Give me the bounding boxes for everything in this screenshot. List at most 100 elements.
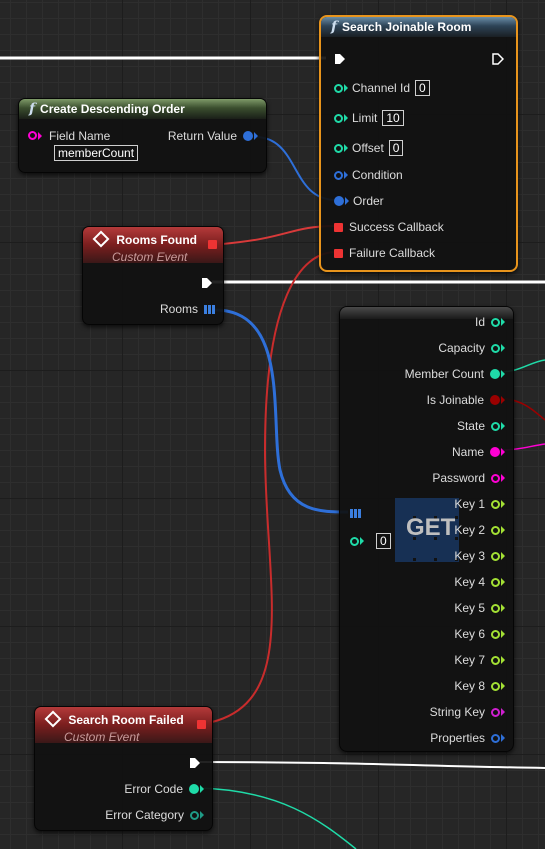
search-joinable-room-node[interactable]: f Search Joinable Room Channel Id 0 Limi… <box>319 15 518 272</box>
object-pin-icon[interactable] <box>334 170 343 180</box>
create-descending-order-header: f Create Descending Order <box>19 99 266 119</box>
error-category-pin-row[interactable]: Error Category <box>105 808 204 822</box>
get-output-row-password[interactable]: Password <box>432 471 505 485</box>
output-pin-icon[interactable] <box>491 499 500 509</box>
exec-in-pin[interactable] <box>334 53 345 65</box>
output-pin-icon[interactable] <box>490 447 500 457</box>
get-output-label: Key 7 <box>454 653 485 667</box>
get-output-row-id[interactable]: Id <box>475 315 505 329</box>
get-output-row-key-5[interactable]: Key 5 <box>454 601 505 615</box>
failure-callback-wire <box>211 251 337 723</box>
order-pin-row[interactable]: Order <box>334 194 384 208</box>
get-output-label: Properties <box>430 731 485 745</box>
output-pin-icon[interactable] <box>491 707 500 717</box>
get-output-row-capacity[interactable]: Capacity <box>438 341 505 355</box>
output-pin-icon[interactable] <box>491 733 500 743</box>
output-pin-icon[interactable] <box>490 395 500 405</box>
limit-pin-row[interactable]: Limit 10 <box>334 110 404 126</box>
field-name-input[interactable]: memberCount <box>54 145 139 161</box>
output-pin-icon[interactable] <box>491 629 500 639</box>
return-value-pin-row[interactable]: Return Value <box>168 129 258 143</box>
get-output-row-key-1[interactable]: Key 1 <box>454 497 505 511</box>
output-pin-icon[interactable] <box>491 551 500 561</box>
get-output-label: Key 8 <box>454 679 485 693</box>
output-pin-icon[interactable] <box>491 603 500 613</box>
get-output-row-state[interactable]: State <box>457 419 505 433</box>
output-pin-icon[interactable] <box>491 577 500 587</box>
rooms-pin-row[interactable]: Rooms <box>160 302 215 316</box>
exec-out-pin[interactable] <box>189 757 200 769</box>
get-output-row-member-count[interactable]: Member Count <box>405 367 505 381</box>
success-callback-pin-row[interactable]: Success Callback <box>334 220 444 234</box>
field-name-label-row: Field Name <box>49 129 110 143</box>
exec-out-pin[interactable] <box>201 277 212 289</box>
get-label: GET <box>406 514 456 541</box>
delegate-pin-icon[interactable] <box>208 240 217 249</box>
limit-input[interactable]: 10 <box>382 110 404 126</box>
int-pin-icon[interactable] <box>334 83 343 93</box>
get-output-row-key-6[interactable]: Key 6 <box>454 627 505 641</box>
failure-callback-label: Failure Callback <box>349 246 436 260</box>
offset-input[interactable]: 0 <box>388 140 404 156</box>
int-pin-icon[interactable] <box>334 113 343 123</box>
offset-label: Offset <box>352 141 384 155</box>
int-pin-icon[interactable] <box>189 784 199 794</box>
search-room-failed-subtitle: Custom Event <box>64 730 140 744</box>
get-output-row-key-7[interactable]: Key 7 <box>454 653 505 667</box>
channel-id-input[interactable]: 0 <box>415 80 430 96</box>
output-pin-icon[interactable] <box>491 655 500 665</box>
index-pin-row[interactable]: 0 <box>350 533 391 549</box>
int-pin-icon[interactable] <box>350 536 359 546</box>
rooms-found-header: Rooms Found Custom Event <box>83 227 223 264</box>
search-room-failed-node[interactable]: Search Room Failed Custom Event Error Co… <box>34 706 213 831</box>
field-name-pin-row[interactable] <box>28 131 42 140</box>
rooms-found-node[interactable]: Rooms Found Custom Event Rooms <box>82 226 224 325</box>
output-pin-icon[interactable] <box>491 681 500 691</box>
get-output-label: Member Count <box>404 367 484 381</box>
delegate-pin-icon[interactable] <box>334 222 343 232</box>
get-output-row-properties[interactable]: Properties <box>430 731 505 745</box>
error-code-wire <box>197 787 357 849</box>
field-name-label: Field Name <box>49 129 111 143</box>
output-pin-icon[interactable] <box>491 525 500 535</box>
create-descending-order-node[interactable]: f Create Descending Order Field Name mem… <box>18 98 267 173</box>
get-output-label: Key 2 <box>454 523 485 537</box>
output-pin-icon[interactable] <box>491 473 500 483</box>
object-pin-icon[interactable] <box>334 196 344 206</box>
output-pin-icon[interactable] <box>490 369 500 379</box>
output-pin-icon[interactable] <box>491 343 500 353</box>
get-output-row-key-3[interactable]: Key 3 <box>454 549 505 563</box>
exec-out-pin[interactable] <box>492 53 505 65</box>
get-output-row-key-4[interactable]: Key 4 <box>454 575 505 589</box>
output-pin-icon[interactable] <box>491 317 500 327</box>
success-callback-label: Success Callback <box>349 220 444 234</box>
condition-pin-row[interactable]: Condition <box>334 168 403 182</box>
return-value-label: Return Value <box>167 129 237 143</box>
get-output-row-is-joinable[interactable]: Is Joinable <box>427 393 505 407</box>
get-output-row-name[interactable]: Name <box>452 445 505 459</box>
object-pin-icon[interactable] <box>243 131 253 141</box>
delegate-pin-icon[interactable] <box>197 720 206 729</box>
get-output-label: Name <box>451 445 484 459</box>
output-pin-icon[interactable] <box>491 421 500 431</box>
get-output-label: State <box>456 419 485 433</box>
get-output-row-key-8[interactable]: Key 8 <box>454 679 505 693</box>
search-room-failed-header: Search Room Failed Custom Event <box>35 707 212 744</box>
get-array-node[interactable]: GET 0 Id Capacity Member Count Is Joinable S… <box>339 306 514 752</box>
get-output-row-string-key[interactable]: String Key <box>430 705 505 719</box>
get-output-label: Key 6 <box>454 627 485 641</box>
get-output-row-key-2[interactable]: Key 2 <box>454 523 505 537</box>
enum-pin-icon[interactable] <box>190 810 199 820</box>
failure-callback-pin-row[interactable]: Failure Callback <box>334 246 435 260</box>
array-input-pin-icon[interactable] <box>350 509 361 518</box>
error-code-pin-row[interactable]: Error Code <box>124 782 204 796</box>
array-pin-icon[interactable] <box>204 304 215 314</box>
index-input[interactable]: 0 <box>376 533 391 549</box>
search-room-failed-title: Search Room Failed <box>68 713 184 727</box>
offset-pin-row[interactable]: Offset 0 <box>334 140 404 156</box>
channel-id-pin-row[interactable]: Channel Id 0 <box>334 80 430 96</box>
function-icon: f <box>29 101 36 117</box>
string-pin-icon[interactable] <box>28 131 37 140</box>
int-pin-icon[interactable] <box>334 143 343 153</box>
delegate-pin-icon[interactable] <box>334 248 343 258</box>
